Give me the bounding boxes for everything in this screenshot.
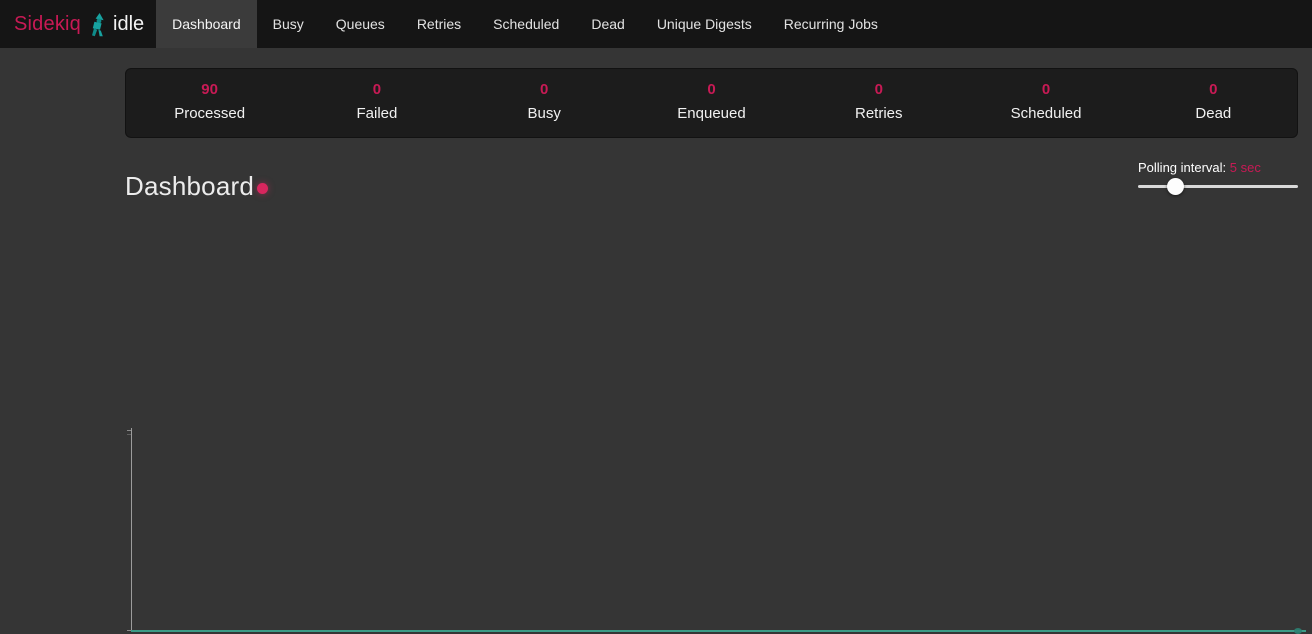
nav-item-dashboard[interactable]: Dashboard [156, 0, 257, 48]
status-badge: idle [113, 13, 144, 36]
brand-link[interactable]: Sidekiq idle [0, 0, 154, 48]
main-nav: Dashboard Busy Queues Retries Scheduled … [156, 0, 894, 48]
stat-busy-label: Busy [461, 105, 628, 122]
nav-item-retries[interactable]: Retries [401, 0, 477, 48]
sidekiq-dashboard-page: { "colors": { "accent": "#c81a55", "beac… [0, 0, 1312, 428]
nav-item-unique-digests[interactable]: Unique Digests [641, 0, 768, 48]
brand-name: Sidekiq [14, 13, 81, 36]
chart-y-axis [131, 428, 132, 632]
stat-dead-label: Dead [1130, 105, 1297, 122]
navbar: Sidekiq idle Dashboard Busy Queues Retri… [0, 0, 1312, 48]
stat-retries-value: 0 [795, 82, 962, 98]
live-beacon-icon [257, 183, 268, 194]
chart-line-endpoint [1294, 628, 1302, 634]
polling-control: Polling interval: 5 sec [1138, 160, 1299, 188]
stat-enqueued-label: Enqueued [628, 105, 795, 122]
stat-busy: 0 Busy [461, 69, 628, 137]
stat-retries: 0 Retries [795, 69, 962, 137]
summary-stats-bar: 90 Processed 0 Failed 0 Busy 0 Enqueued … [125, 68, 1298, 138]
stat-failed-label: Failed [293, 105, 460, 122]
stat-scheduled-label: Scheduled [962, 105, 1129, 122]
stat-scheduled: 0 Scheduled [962, 69, 1129, 137]
stat-processed: 90 Processed [126, 69, 293, 137]
stat-enqueued: 0 Enqueued [628, 69, 795, 137]
polling-value: 5 sec [1230, 160, 1261, 175]
polling-label: Polling interval: 5 sec [1138, 160, 1299, 175]
stat-failed: 0 Failed [293, 69, 460, 137]
dashboard-realtime-chart [0, 210, 1312, 428]
chart-tick [127, 434, 131, 435]
stat-enqueued-value: 0 [628, 82, 795, 98]
stat-dead: 0 Dead [1130, 69, 1297, 137]
stat-failed-value: 0 [293, 82, 460, 98]
chart-tick [127, 430, 131, 431]
nav-item-recurring-jobs[interactable]: Recurring Jobs [768, 0, 894, 48]
stat-processed-label: Processed [126, 105, 293, 122]
nav-item-dead[interactable]: Dead [575, 0, 640, 48]
stat-processed-value: 90 [126, 82, 293, 98]
chart-line-processed [131, 630, 1306, 632]
page-title: Dashboard [125, 171, 254, 202]
stat-scheduled-value: 0 [962, 82, 1129, 98]
nav-item-scheduled[interactable]: Scheduled [477, 0, 575, 48]
stat-dead-value: 0 [1130, 82, 1297, 98]
polling-interval-slider[interactable] [1138, 185, 1298, 188]
nav-item-queues[interactable]: Queues [320, 0, 401, 48]
stat-busy-value: 0 [461, 82, 628, 98]
nav-item-busy[interactable]: Busy [257, 0, 320, 48]
stat-retries-label: Retries [795, 105, 962, 122]
sidekiq-gnome-logo-icon [90, 13, 106, 37]
polling-label-text: Polling interval: [1138, 160, 1226, 175]
